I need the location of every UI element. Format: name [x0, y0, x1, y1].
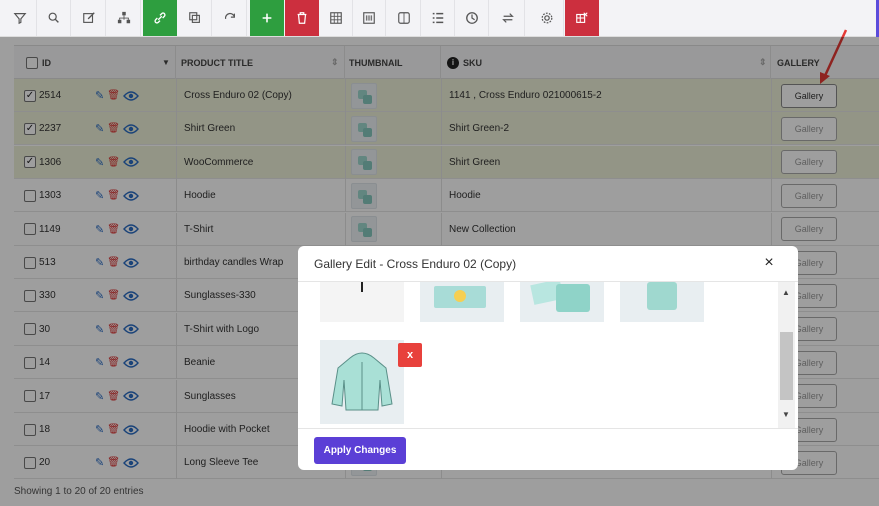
list-button[interactable] — [421, 0, 455, 36]
plus-icon — [262, 13, 272, 23]
columns-button[interactable] — [387, 0, 421, 36]
search-button[interactable] — [37, 0, 71, 36]
refresh-icon — [224, 13, 235, 19]
trash-icon — [297, 12, 307, 24]
gallery-images: x ▲ ▼ — [298, 282, 798, 428]
filter-button[interactable] — [3, 0, 37, 36]
hierarchy-button[interactable] — [107, 0, 141, 36]
scroll-down-icon[interactable]: ▼ — [782, 410, 790, 419]
gallery-image[interactable] — [320, 282, 404, 322]
hierarchy-icon — [117, 11, 130, 24]
copy-button[interactable] — [178, 0, 212, 36]
modal-title: Gallery Edit - Cross Enduro 02 (Copy) — [314, 257, 517, 271]
table-icon — [329, 12, 342, 24]
table-button[interactable] — [319, 0, 353, 36]
plus-button[interactable] — [250, 0, 284, 36]
link-button[interactable] — [143, 0, 177, 36]
sync-button[interactable] — [491, 0, 525, 36]
scrollbar-thumb[interactable] — [780, 332, 793, 400]
link-icon — [154, 12, 166, 24]
filter-icon — [13, 13, 26, 25]
gear-button[interactable] — [530, 0, 564, 36]
search-icon — [48, 12, 59, 23]
gallery-edit-modal: Gallery Edit - Cross Enduro 02 (Copy) × … — [298, 246, 798, 470]
modal-footer: Apply Changes — [298, 428, 798, 470]
sync-icon — [501, 13, 514, 23]
clock-button[interactable] — [455, 0, 489, 36]
gallery-image-hoodie[interactable]: x — [320, 340, 422, 424]
columns-icon — [397, 12, 410, 24]
list-icon — [432, 12, 443, 24]
trash-button[interactable] — [285, 0, 319, 36]
barcode-icon — [362, 12, 375, 24]
edit-button[interactable] — [72, 0, 106, 36]
gallery-image[interactable] — [420, 282, 504, 322]
gear-icon — [541, 12, 552, 24]
hoodie-icon — [331, 352, 393, 411]
remove-image-button[interactable]: x — [398, 343, 422, 367]
apply-changes-button[interactable]: Apply Changes — [314, 437, 406, 464]
clock-icon — [465, 12, 478, 24]
gallery-scrollbar[interactable]: ▲ ▼ — [778, 282, 795, 428]
grid-delete-icon — [576, 12, 588, 23]
gallery-image[interactable] — [520, 282, 604, 322]
gallery-image[interactable] — [620, 282, 704, 322]
toolbar — [0, 0, 879, 37]
close-icon[interactable]: × — [760, 254, 778, 272]
grid-delete-button[interactable] — [565, 0, 599, 36]
copy-icon — [188, 12, 200, 23]
refresh-button[interactable] — [213, 0, 247, 36]
modal-header: Gallery Edit - Cross Enduro 02 (Copy) × — [298, 246, 798, 282]
barcode-button[interactable] — [352, 0, 386, 36]
edit-icon — [82, 12, 95, 23]
scroll-up-icon[interactable]: ▲ — [782, 288, 790, 297]
